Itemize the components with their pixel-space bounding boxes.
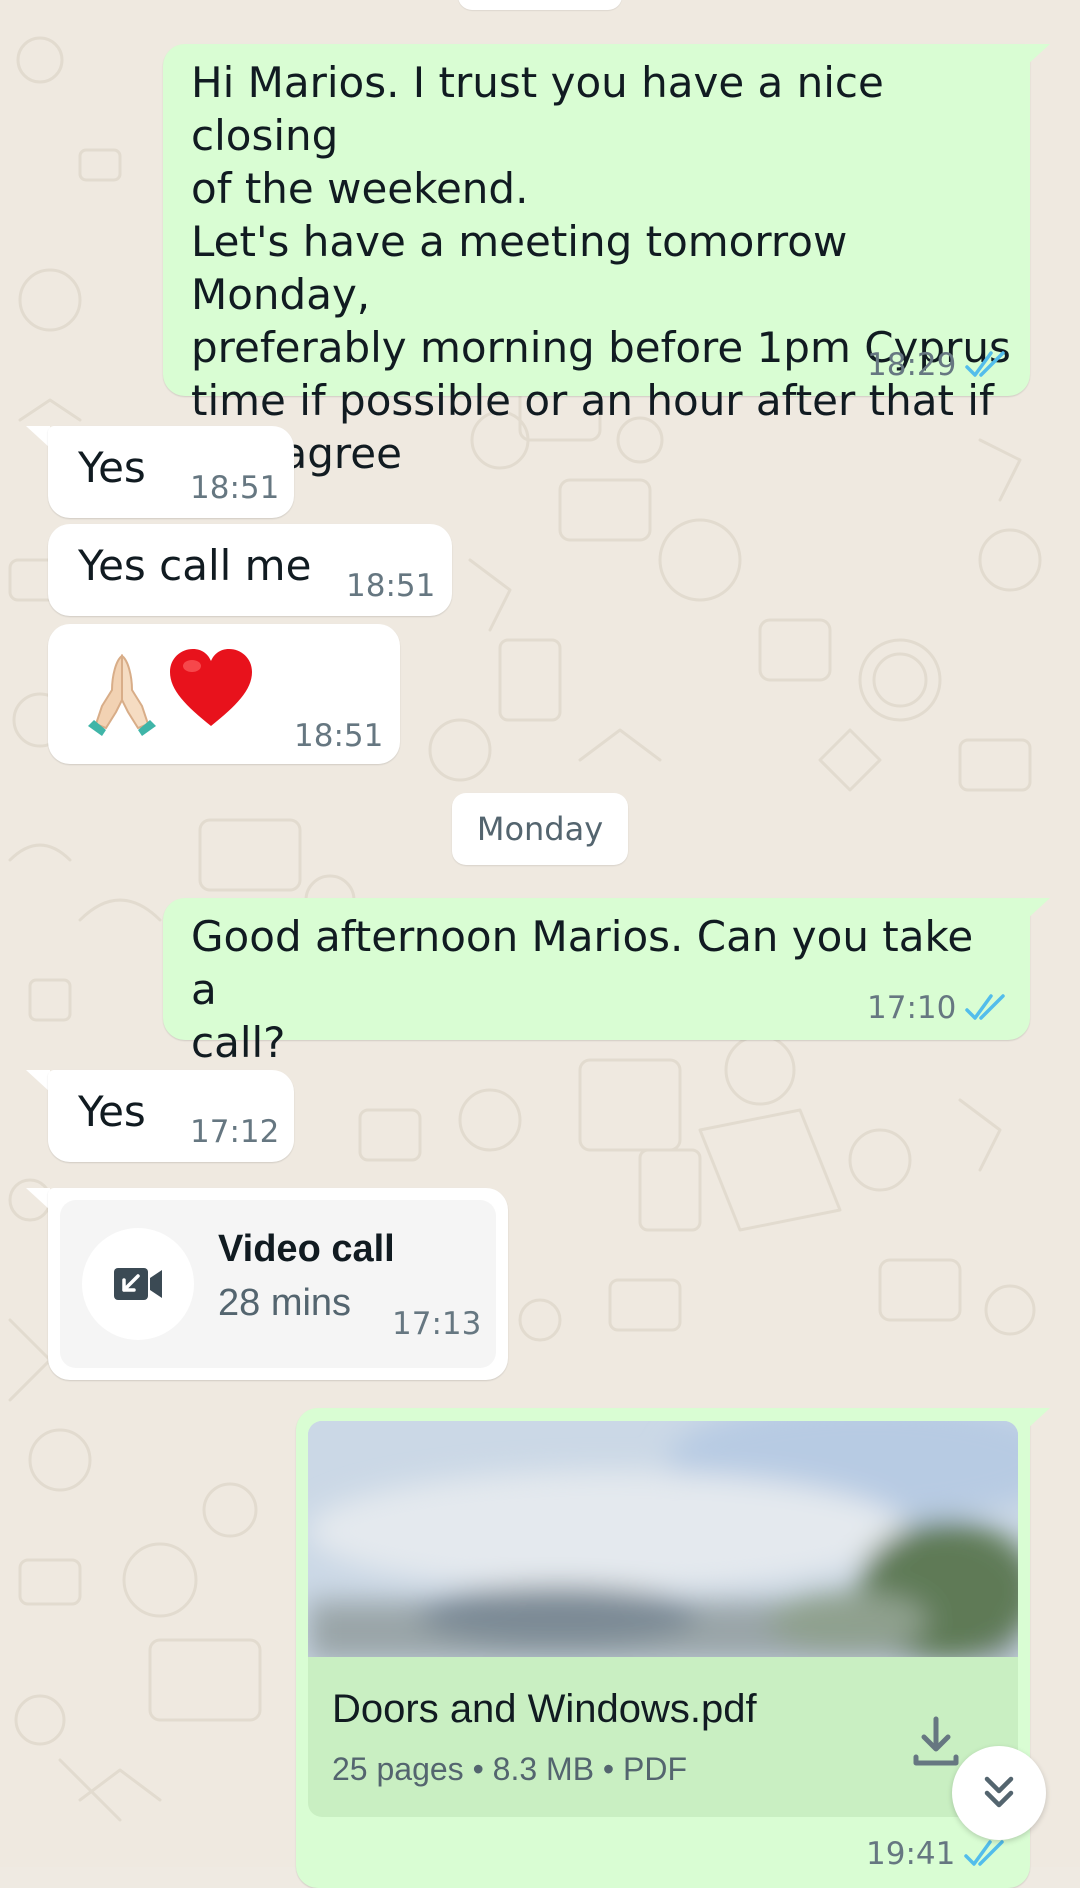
message-time: 18:51 [190,470,280,506]
incoming-emoji-message[interactable]: 🙏🏻❤️ 18:51 [48,624,400,764]
blurred-preview-image [308,1421,1018,1657]
message-text: Yes call me [78,541,312,590]
read-receipt-icon [965,351,1005,377]
scroll-to-bottom-button[interactable] [952,1746,1046,1840]
call-title: Video call [218,1228,395,1270]
read-receipt-icon [964,1840,1004,1866]
message-time: 17:12 [190,1114,280,1150]
message-text: Yes [78,1087,146,1136]
message-time: 17:10 [867,990,957,1026]
bubble-tail [26,426,50,448]
document-meta: 25 pages • 8.3 MB • PDF [332,1751,688,1787]
bubble-tail [1026,898,1050,920]
date-separator: Monday [452,793,628,865]
message-time: 18:51 [294,718,384,754]
outgoing-message[interactable]: Good afternoon Marios. Can you take a ca… [163,898,1030,1067]
call-duration: 28 mins [218,1282,352,1324]
document-name: Doors and Windows.pdf [332,1687,757,1731]
missed-video-call-icon [114,1268,162,1300]
document-preview[interactable] [308,1421,1018,1657]
previous-date-chip [458,0,622,10]
read-receipt-icon [965,994,1005,1020]
folded-hands-icon [88,654,156,736]
message-time: 17:13 [392,1306,482,1342]
bubble-tail [26,1188,50,1210]
message-text: Hi Marios. I trust you have a nice closi… [191,58,1011,478]
double-chevron-down-icon [984,1776,1014,1808]
message-text: Yes [78,443,146,492]
message-time: 18:29 [867,347,957,383]
outgoing-message[interactable]: Hi Marios. I trust you have a nice closi… [163,44,1030,478]
red-heart-icon [170,649,252,726]
video-call-card[interactable]: Video call 28 mins 17:13 [60,1200,496,1368]
incoming-message[interactable]: Yes 17:12 [48,1070,294,1162]
bubble-tail [1026,1408,1050,1430]
video-call-icon-badge [82,1228,194,1340]
bubble-tail [26,1070,50,1092]
bubble-tail [1026,44,1050,66]
incoming-message[interactable]: Yes 18:51 [48,426,294,518]
message-time: 18:51 [346,568,436,604]
document-info[interactable]: Doors and Windows.pdf 25 pages • 8.3 MB … [308,1657,1018,1817]
incoming-message[interactable]: Yes call me 18:51 [48,524,452,616]
download-icon[interactable] [906,1711,966,1771]
